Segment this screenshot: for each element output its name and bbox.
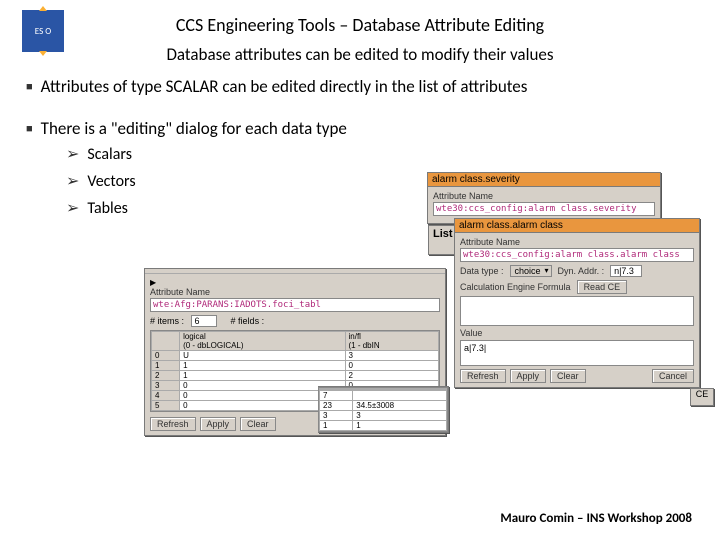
apply-button[interactable]: Apply bbox=[200, 417, 237, 431]
read-ce-button[interactable]: Read CE bbox=[577, 280, 628, 294]
refresh-button[interactable]: Refresh bbox=[150, 417, 196, 431]
dialog-table-ext: 72334.5±30083311 bbox=[318, 386, 449, 433]
dialog-severity-title: alarm class.severity bbox=[428, 173, 660, 187]
attr-name-field[interactable]: wte30:ccs_config:alarm class.severity bbox=[433, 202, 655, 216]
clear-button[interactable]: Clear bbox=[550, 369, 586, 383]
attr-name-field[interactable]: wte30:ccs_config:alarm class.alarm class bbox=[460, 248, 694, 262]
datatype-label: Data type : bbox=[460, 266, 504, 276]
formula-label: Calculation Engine Formula bbox=[460, 282, 571, 292]
dialog-alarm-title: alarm class.alarm class bbox=[455, 219, 699, 233]
bullet-2: ■ There is a "editing" dialog for each da… bbox=[26, 116, 700, 142]
clear-button[interactable]: Clear bbox=[240, 417, 276, 431]
attr-name-label: Attribute Name bbox=[433, 191, 655, 201]
arrow-bullet-icon: ➢ bbox=[66, 199, 79, 218]
attr-name-field[interactable]: wte:Afg:PARANS:IADOTS.foci_tabl bbox=[150, 298, 440, 312]
slide-title: CCS Engineering Tools – Database Attribu… bbox=[0, 14, 720, 36]
cancel-button[interactable]: Cancel bbox=[652, 369, 694, 383]
arrow-bullet-icon: ➢ bbox=[66, 145, 79, 164]
data-table-ext[interactable]: 72334.5±30083311 bbox=[318, 387, 448, 432]
sub-bullet-1: ➢Scalars bbox=[66, 141, 700, 168]
dialog-alarm-class: alarm class.alarm class Attribute Name w… bbox=[454, 218, 700, 388]
dyn-addr-field[interactable]: n|7.3 bbox=[610, 265, 642, 277]
attr-name-label: Attribute Name bbox=[150, 287, 440, 297]
counts-row: # items : 6 # fields : bbox=[150, 315, 440, 327]
arrow-bullet-icon: ➢ bbox=[66, 172, 79, 191]
items-label: # items : bbox=[150, 316, 184, 326]
dialog-severity: alarm class.severity Attribute Name wte3… bbox=[427, 172, 661, 224]
refresh-button[interactable]: Refresh bbox=[460, 369, 506, 383]
formula-textarea[interactable] bbox=[460, 296, 694, 326]
value-label: Value bbox=[460, 328, 694, 338]
dyn-addr-label: Dyn. Addr. : bbox=[558, 266, 605, 276]
ce-label-box: CE bbox=[690, 388, 714, 406]
fields-label: # fields : bbox=[231, 316, 265, 326]
ce-label: CE bbox=[696, 389, 709, 399]
bullet-2-text: There is a "editing" dialog for each dat… bbox=[41, 118, 347, 139]
attr-name-label: Attribute Name bbox=[460, 237, 694, 247]
datatype-dropdown[interactable]: choice bbox=[510, 265, 552, 277]
slide-subtitle: Database attributes can be edited to mod… bbox=[0, 44, 720, 65]
value-field[interactable]: a|7.3| bbox=[460, 340, 694, 366]
square-bullet-icon: ■ bbox=[26, 80, 33, 93]
items-field[interactable]: 6 bbox=[191, 315, 217, 327]
bullet-1: ■ Attributes of type SCALAR can be edited… bbox=[26, 74, 700, 100]
square-bullet-icon: ■ bbox=[26, 122, 33, 135]
bullet-1-text: Attributes of type SCALAR can be edited … bbox=[41, 76, 528, 97]
slide-footer: Mauro Comin – INS Workshop 2008 bbox=[500, 511, 692, 526]
apply-button[interactable]: Apply bbox=[510, 369, 547, 383]
